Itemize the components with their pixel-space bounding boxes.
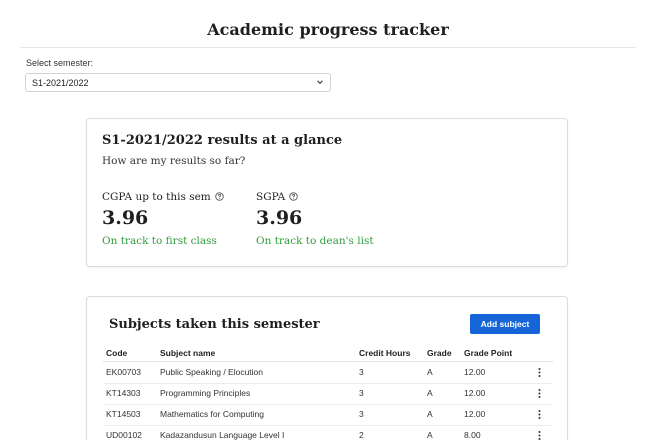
subject-code: UD00102 [106, 430, 142, 440]
table-row: EK00703 Public Speaking / Elocution 3 A … [103, 362, 553, 384]
more-vertical-icon [538, 410, 540, 420]
title-divider [20, 47, 636, 48]
subject-grade-point: 8.00 [464, 430, 481, 440]
table-row: KT14303 Programming Principles 3 A 12.00 [103, 383, 553, 405]
more-vertical-icon [538, 368, 540, 378]
sgpa-label: SGPA [256, 191, 286, 203]
sgpa-value: 3.96 [256, 207, 303, 229]
subject-grade: A [427, 388, 433, 398]
subject-credit-hours: 3 [359, 367, 364, 377]
help-icon[interactable] [215, 192, 224, 201]
subject-credit-hours: 3 [359, 388, 364, 398]
semester-select[interactable]: S1-2021/2022 [25, 73, 331, 92]
subject-name: Programming Principles [160, 388, 251, 398]
subject-name: Kadazandusun Language Level I [160, 430, 285, 440]
subject-code: EK00703 [106, 367, 141, 377]
subject-grade: A [427, 430, 433, 440]
subject-grade-point: 12.00 [464, 388, 486, 398]
table-row: UD00102 Kadazandusun Language Level I 2 … [103, 425, 553, 440]
subject-code: KT14303 [106, 388, 141, 398]
add-subject-button[interactable]: Add subject [470, 314, 540, 334]
column-header-subject-name: Subject name [160, 348, 216, 358]
column-header-code: Code [106, 348, 128, 358]
column-header-grade-point: Grade Point [464, 348, 513, 358]
help-icon[interactable] [289, 192, 298, 201]
glance-subtitle: How are my results so far? [102, 155, 246, 167]
row-menu-button[interactable] [533, 404, 545, 425]
column-header-grade: Grade [427, 348, 452, 358]
cgpa-label: CGPA up to this sem [102, 191, 211, 203]
sgpa-status: On track to dean's list [256, 235, 374, 247]
subject-grade-point: 12.00 [464, 409, 486, 419]
subjects-table-header: Code Subject name Credit Hours Grade Gra… [103, 345, 553, 362]
row-menu-button[interactable] [533, 383, 545, 404]
subject-credit-hours: 2 [359, 430, 364, 440]
page-title: Academic progress tracker [207, 20, 449, 39]
row-menu-button[interactable] [533, 425, 545, 440]
subject-name: Public Speaking / Elocution [160, 367, 264, 377]
sgpa-label-wrapper: SGPA [256, 191, 298, 203]
subject-code: KT14503 [106, 409, 141, 419]
subject-grade: A [427, 409, 433, 419]
semester-select-value: S1-2021/2022 [32, 78, 89, 88]
row-menu-button[interactable] [533, 362, 545, 383]
subjects-title: Subjects taken this semester [109, 317, 320, 332]
more-vertical-icon [538, 431, 540, 440]
subject-name: Mathematics for Computing [160, 409, 264, 419]
cgpa-label-wrapper: CGPA up to this sem [102, 191, 224, 203]
subject-grade: A [427, 367, 433, 377]
chevron-down-icon [317, 80, 323, 85]
subject-grade-point: 12.00 [464, 367, 486, 377]
subjects-card: Subjects taken this semester Add subject… [86, 296, 568, 440]
results-glance-card: S1-2021/2022 results at a glance How are… [86, 118, 568, 267]
column-header-credit-hours: Credit Hours [359, 348, 411, 358]
glance-title: S1-2021/2022 results at a glance [102, 133, 343, 148]
cgpa-value: 3.96 [102, 207, 149, 229]
semester-select-label: Select semester: [26, 58, 94, 68]
table-row: KT14503 Mathematics for Computing 3 A 12… [103, 404, 553, 426]
cgpa-status: On track to first class [102, 235, 217, 247]
more-vertical-icon [538, 389, 540, 399]
subject-credit-hours: 3 [359, 409, 364, 419]
